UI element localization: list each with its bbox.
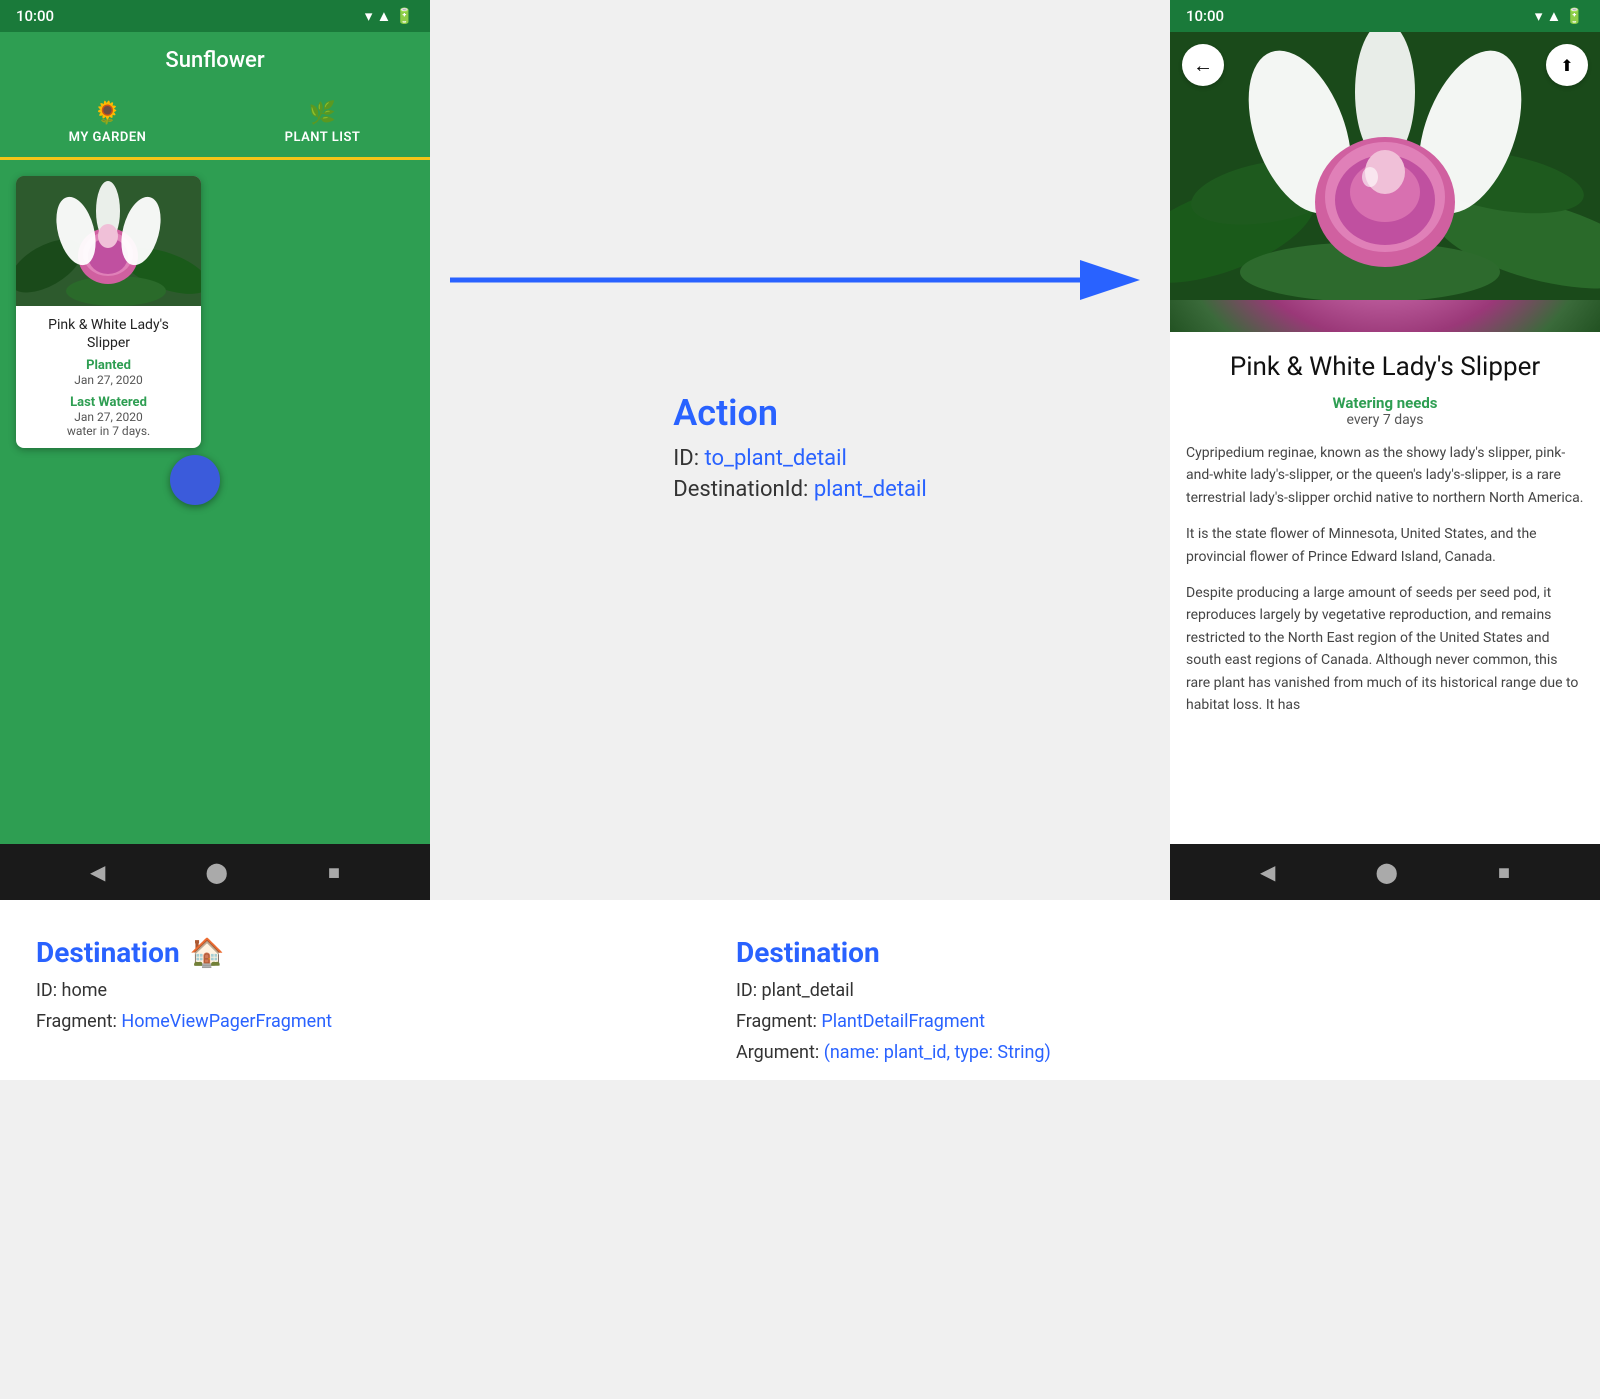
- share-icon: ⬆: [1560, 56, 1573, 75]
- home-nav-left[interactable]: ⬤: [205, 860, 227, 884]
- dest-left-id-label: ID:: [36, 980, 62, 1001]
- action-area: Action ID: to_plant_detail DestinationId…: [430, 0, 1170, 900]
- wifi-icon-right: ▾: [1535, 7, 1543, 25]
- watering-needs-label: Watering needs: [1186, 394, 1584, 412]
- battery-icon: 🔋: [395, 7, 414, 25]
- dest-left-fragment-value: HomeViewPagerFragment: [121, 1011, 332, 1032]
- action-box: Action ID: to_plant_detail DestinationId…: [673, 392, 926, 508]
- battery-icon-right: 🔋: [1565, 7, 1584, 25]
- action-id-label: ID:: [673, 446, 704, 471]
- destination-left: Destination 🏠 ID: home Fragment: HomeVie…: [20, 920, 450, 1060]
- plant-detail-image: ← ⬆: [1170, 32, 1600, 332]
- dest-right-argument-value: (name: plant_id, type: String): [824, 1042, 1051, 1063]
- dest-right-fragment-value: PlantDetailFragment: [821, 1011, 985, 1032]
- plant-list-icon: 🌿: [309, 101, 337, 126]
- home-destination-icon: 🏠: [190, 936, 225, 969]
- dest-right-id-value: plant_detail: [762, 980, 854, 1001]
- last-watered-label: Last Watered: [28, 395, 189, 410]
- back-icon: ←: [1193, 53, 1213, 78]
- dest-right-fragment-row: Fragment: PlantDetailFragment: [736, 1008, 1564, 1035]
- status-icons-right: ▾ ▲ 🔋: [1535, 7, 1584, 25]
- plant-card-image: [16, 176, 201, 306]
- action-dest-row: DestinationId: plant_detail: [673, 477, 926, 502]
- destination-right-title: Destination: [736, 936, 1564, 969]
- recents-nav-left[interactable]: ■: [328, 860, 340, 885]
- signal-icon-right: ▲: [1546, 7, 1561, 25]
- app-title: Sunflower: [0, 32, 430, 89]
- status-bar-left: 10:00 ▾ ▲ 🔋: [0, 0, 430, 32]
- dest-right-argument-row: Argument: (name: plant_id, type: String): [736, 1039, 1564, 1066]
- nav-bar-right: ◀ ⬤ ■: [1170, 844, 1600, 900]
- destination-left-title: Destination 🏠: [36, 936, 434, 969]
- plant-description: Cypripedium reginae, known as the showy …: [1186, 442, 1584, 716]
- garden-icon: 🌻: [94, 101, 122, 126]
- plant-card-body: Pink & White Lady's Slipper Planted Jan …: [16, 306, 201, 448]
- detail-plant-name: Pink & White Lady's Slipper: [1186, 352, 1584, 382]
- description-para-3: Despite producing a large amount of seed…: [1186, 582, 1584, 716]
- watering-needs-value: every 7 days: [1186, 412, 1584, 428]
- action-id-row: ID: to_plant_detail: [673, 446, 926, 471]
- tab-plant-list[interactable]: 🌿 PLANT LIST: [215, 89, 430, 157]
- phone-left: 10:00 ▾ ▲ 🔋 Sunflower 🌻 MY GARDEN 🌿: [0, 0, 430, 900]
- plant-card[interactable]: Pink & White Lady's Slipper Planted Jan …: [16, 176, 201, 448]
- time-right: 10:00: [1186, 7, 1224, 25]
- dest-right-id-label: ID:: [736, 980, 762, 1001]
- dest-left-fragment-label: Fragment:: [36, 1011, 121, 1032]
- description-para-2: It is the state flower of Minnesota, Uni…: [1186, 523, 1584, 568]
- garden-content: Pink & White Lady's Slipper Planted Jan …: [0, 160, 430, 844]
- dest-right-fragment-label: Fragment:: [736, 1011, 821, 1032]
- dest-right-id-row: ID: plant_detail: [736, 977, 1564, 1004]
- plant-card-name: Pink & White Lady's Slipper: [28, 316, 189, 352]
- signal-icon: ▲: [376, 7, 391, 25]
- dest-left-fragment-row: Fragment: HomeViewPagerFragment: [36, 1008, 434, 1035]
- last-watered-date: Jan 27, 2020: [28, 410, 189, 424]
- dest-left-id-row: ID: home: [36, 977, 434, 1004]
- phone-right: 10:00 ▾ ▲ 🔋: [1170, 0, 1600, 900]
- back-nav-right[interactable]: ◀: [1260, 860, 1275, 884]
- recents-nav-right[interactable]: ■: [1498, 860, 1510, 885]
- home-nav-right[interactable]: ⬤: [1375, 860, 1397, 884]
- tab-bar: 🌻 MY GARDEN 🌿 PLANT LIST: [0, 89, 430, 160]
- action-dest-label: DestinationId:: [673, 477, 814, 502]
- bottom-spacer: [450, 920, 720, 1060]
- plant-detail-body: Pink & White Lady's Slipper Watering nee…: [1170, 332, 1600, 844]
- dest-right-argument-label: Argument:: [736, 1042, 824, 1063]
- destination-right: Destination ID: plant_detail Fragment: P…: [720, 920, 1580, 1060]
- tap-indicator: [170, 455, 220, 505]
- action-dest-value: plant_detail: [814, 477, 927, 502]
- back-nav-left[interactable]: ◀: [90, 860, 105, 884]
- wifi-icon: ▾: [365, 7, 373, 25]
- time-left: 10:00: [16, 7, 54, 25]
- action-title: Action: [673, 392, 926, 434]
- water-note: water in 7 days.: [28, 424, 189, 438]
- share-button[interactable]: ⬆: [1546, 44, 1588, 86]
- bottom-section: Destination 🏠 ID: home Fragment: HomeVie…: [0, 900, 1600, 1080]
- status-icons-left: ▾ ▲ 🔋: [365, 7, 414, 25]
- dest-left-id-value: home: [62, 980, 108, 1001]
- status-bar-right: 10:00 ▾ ▲ 🔋: [1170, 0, 1600, 32]
- planted-label: Planted: [28, 358, 189, 373]
- action-id-value: to_plant_detail: [705, 446, 847, 471]
- nav-bar-left: ◀ ⬤ ■: [0, 844, 430, 900]
- description-para-1: Cypripedium reginae, known as the showy …: [1186, 442, 1584, 509]
- tab-my-garden[interactable]: 🌻 MY GARDEN: [0, 89, 215, 160]
- planted-date: Jan 27, 2020: [28, 373, 189, 387]
- back-button[interactable]: ←: [1182, 44, 1224, 86]
